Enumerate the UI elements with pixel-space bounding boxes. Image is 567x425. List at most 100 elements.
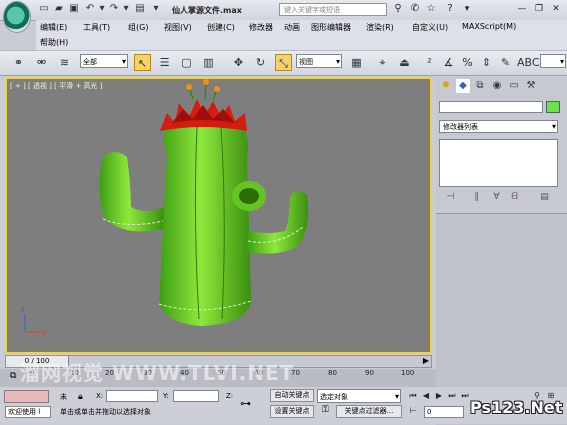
communication-center-icon[interactable]: ✆ — [408, 2, 422, 16]
y-coordinate-field[interactable] — [173, 390, 219, 402]
help-icon[interactable]: ? — [443, 2, 457, 16]
key-icon[interactable]: ⚿ — [322, 405, 329, 415]
lock-selection-icon[interactable]: 🔒︎ — [78, 392, 83, 402]
redo-icon[interactable]: ↷ — [108, 3, 120, 15]
project-folder-icon[interactable]: ▤ — [134, 3, 146, 15]
percent-snap-icon[interactable]: % — [459, 54, 476, 71]
menu-views[interactable]: 视图(V) — [164, 22, 192, 33]
svg-text:x: x — [42, 330, 46, 337]
selected-object-dropdown[interactable]: 选定对象 — [317, 389, 401, 404]
bind-space-warp-icon[interactable]: ≋ — [56, 54, 73, 71]
welcome-field[interactable]: 欢迎使用 l — [5, 406, 51, 418]
menu-modifiers[interactable]: 修改器 — [249, 22, 273, 33]
previous-frame-icon[interactable]: ◀ — [420, 390, 432, 402]
cactus-model[interactable]: z x — [7, 79, 430, 352]
rotate-icon[interactable]: ↻ — [252, 54, 269, 71]
motion-tab-icon[interactable]: ◉ — [490, 79, 504, 93]
menu-animation[interactable]: 动画 — [284, 22, 300, 33]
modifier-stack[interactable] — [439, 139, 558, 187]
spinner-snap-icon[interactable]: ⇕ — [478, 54, 495, 71]
menu-tools[interactable]: 工具(T) — [83, 22, 110, 33]
key-filters-button[interactable]: 关键点过滤器... — [336, 405, 402, 418]
show-end-result-icon[interactable]: ∥ — [470, 191, 483, 204]
menu-bar: 编辑(E) 工具(T) 组(G) 视图(V) 创建(C) 修改器 动画 图形编辑… — [36, 20, 567, 50]
restore-icon[interactable]: ❐ — [532, 3, 546, 15]
snaps-toggle-icon[interactable]: ² — [421, 54, 438, 71]
set-key-button[interactable]: 设置关键点 — [270, 405, 314, 418]
corner-watermark: Ps123.Net — [470, 398, 563, 417]
close-icon[interactable]: ✕ — [549, 3, 563, 15]
unlink-icon[interactable]: ⚮ — [33, 54, 50, 71]
select-object-icon[interactable]: ↖ — [134, 54, 151, 71]
new-file-icon[interactable]: ▭ — [38, 3, 50, 15]
menu-edit[interactable]: 编辑(E) — [40, 22, 67, 33]
main-toolbar: ⚭ ⚮ ≋ 全部 ↖ ☰ ▢ ▥ ✥ ↻ ⤡ 视图 ▦ ⌖ ⏏ ² ∡ % ⇕ … — [0, 50, 567, 76]
menu-maxscript[interactable]: MAXScript(M) — [462, 22, 516, 31]
menu-customize[interactable]: 自定义(U) — [412, 22, 448, 33]
window-crossing-icon[interactable]: ▥ — [200, 54, 217, 71]
x-coordinate-field[interactable] — [106, 390, 158, 402]
use-pivot-center-icon[interactable]: ▦ — [348, 54, 365, 71]
document-title: 仙人掌源文件.max — [172, 6, 242, 15]
display-tab-icon[interactable]: ▭ — [507, 79, 521, 93]
selection-filter-dropdown[interactable]: 全部 — [80, 54, 128, 69]
next-frame-icon[interactable]: ▶ — [423, 356, 429, 365]
perspective-viewport[interactable]: [ + ] [ 透视 ] [ 平滑 + 高光 ] z x — [5, 77, 432, 354]
minimize-icon[interactable]: — — [515, 3, 529, 15]
pin-stack-icon[interactable]: ⊣ — [444, 191, 457, 204]
menu-help[interactable]: 帮助(H) — [40, 37, 68, 48]
undo-dropdown-icon[interactable]: ▾ — [96, 3, 108, 15]
make-unique-icon[interactable]: ∀ — [490, 191, 503, 204]
undo-icon[interactable]: ↶ — [84, 3, 96, 15]
open-file-icon[interactable]: ▰ — [53, 3, 65, 15]
modify-tab-icon[interactable]: ◆ — [456, 79, 470, 93]
scale-icon[interactable]: ⤡ — [275, 54, 292, 71]
svg-text:z: z — [21, 306, 24, 313]
menu-rendering[interactable]: 渲染(R) — [366, 22, 394, 33]
key-mode-toggle-icon[interactable]: ⊢ — [407, 405, 419, 417]
configure-modifier-sets-icon[interactable]: ▤ — [538, 191, 551, 204]
ruler-tick: 90 — [365, 369, 374, 377]
object-name-field[interactable] — [439, 101, 543, 113]
mini-curve-editor-icon[interactable]: ⧉ — [10, 371, 16, 381]
object-color-swatch[interactable] — [546, 101, 560, 113]
redo-dropdown-icon[interactable]: ▾ — [120, 3, 132, 15]
binoculars-icon[interactable]: ⚲ — [391, 2, 405, 16]
auto-key-button[interactable]: 自动关键点 — [270, 389, 314, 402]
utilities-tab-icon[interactable]: ⚒ — [524, 79, 538, 93]
watermark-text: 溜网视觉 WWW.TLVI.NET — [20, 361, 295, 385]
maxscript-listener-box[interactable] — [4, 390, 49, 403]
z-label: Z: — [226, 392, 234, 400]
play-icon[interactable]: ▶ — [433, 390, 445, 402]
select-and-link-icon[interactable]: ⚭ — [10, 54, 27, 71]
favorites-star-icon[interactable]: ☆ — [424, 2, 438, 16]
move-icon[interactable]: ✥ — [230, 54, 247, 71]
command-panel: ✹ ◆ ⧉ ◉ ▭ ⚒ 修改器列表 ⊣ ∥ ∀ ᗺ ▤ — [436, 77, 567, 425]
select-by-name-icon[interactable]: ☰ — [156, 54, 173, 71]
create-tab-icon[interactable]: ✹ — [439, 79, 453, 93]
help-dropdown-icon[interactable]: ▾ — [460, 3, 474, 15]
quick-access-dropdown-icon[interactable]: ▾ — [150, 3, 162, 15]
ruler-tick: 100 — [401, 369, 415, 377]
create-selection-set-field[interactable] — [540, 54, 566, 69]
hierarchy-tab-icon[interactable]: ⧉ — [473, 79, 487, 93]
menu-create[interactable]: 创建(C) — [207, 22, 235, 33]
reference-coord-dropdown[interactable]: 视图 — [296, 54, 342, 69]
modifier-list-dropdown[interactable]: 修改器列表 — [439, 120, 558, 133]
search-input[interactable]: 键入关键字或短语 — [279, 3, 387, 16]
rectangular-selection-icon[interactable]: ▢ — [178, 54, 195, 71]
menu-graph-editors[interactable]: 图形编辑器 — [311, 22, 351, 33]
angle-snap-icon[interactable]: ∡ — [440, 54, 457, 71]
save-icon[interactable]: ▣ — [68, 3, 80, 15]
go-to-start-icon[interactable]: ⏮ — [407, 390, 419, 402]
remove-modifier-icon[interactable]: ᗺ — [508, 191, 521, 204]
command-panel-tabs: ✹ ◆ ⧉ ◉ ▭ ⚒ — [436, 77, 567, 95]
named-selection-sets-icon[interactable]: ABC — [517, 54, 540, 71]
select-and-manipulate-icon[interactable]: ⌖ — [374, 54, 391, 71]
current-frame-field[interactable]: 0 — [424, 406, 464, 418]
keyboard-shortcut-override-icon[interactable]: ⏏ — [396, 54, 413, 71]
next-key-icon[interactable]: ⏭ — [446, 390, 458, 402]
edit-named-selection-icon[interactable]: ✎ — [497, 54, 514, 71]
menu-group[interactable]: 组(G) — [128, 22, 148, 33]
app-logo-icon[interactable] — [3, 1, 31, 33]
